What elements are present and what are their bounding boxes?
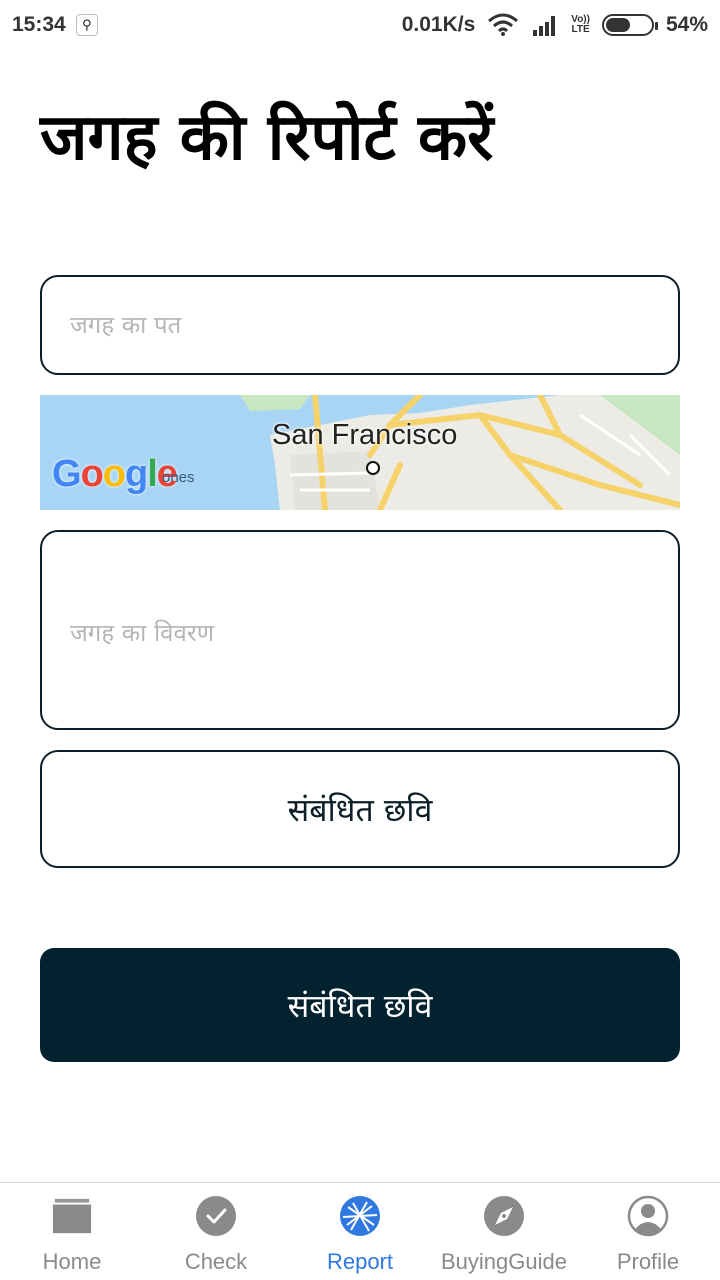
nav-label-profile: Profile (616, 1249, 680, 1274)
nav-label-home: Home (42, 1249, 102, 1274)
bottom-nav: Home Check Report BuyingGuide Profile (0, 1182, 720, 1280)
map-city-label: San Francisco (272, 419, 458, 451)
page-title: जगह की रिपोर्ट करें (40, 101, 494, 175)
address-field[interactable] (40, 275, 680, 375)
signal-icon (533, 16, 556, 36)
status-left: 15:34 ⚲ (12, 13, 98, 37)
status-time: 15:34 (12, 13, 66, 36)
map-view[interactable]: San Francisco Google ones (40, 395, 680, 510)
submit-button[interactable]: संबंधित छवि (40, 948, 680, 1062)
nav-item-check[interactable]: Check (144, 1183, 288, 1280)
report-icon (339, 1195, 381, 1237)
nav-item-report[interactable]: Report (288, 1183, 432, 1280)
nav-label-buyingguide: BuyingGuide (441, 1249, 567, 1274)
map-sublabel: ones (162, 469, 195, 486)
battery-cap (654, 22, 658, 30)
related-image-button[interactable]: संबंधित छवि (40, 750, 680, 868)
nav-item-profile[interactable]: Profile (576, 1183, 720, 1280)
network-speed: 0.01K/s (401, 13, 476, 36)
status-bar: 15:34 ⚲ 0.01K/s Vo)) LTE 54% (0, 0, 720, 50)
lte-label: LTE (571, 24, 590, 35)
wifi-icon (488, 13, 519, 36)
status-right: 0.01K/s Vo)) LTE 54% (402, 13, 708, 37)
google-logo: Google (52, 453, 178, 495)
map-marker-icon (366, 461, 380, 475)
nav-item-home[interactable]: Home (0, 1183, 144, 1280)
home-icon (51, 1195, 93, 1237)
notification-icon: ⚲ (75, 14, 98, 36)
nav-label-check: Check (184, 1249, 248, 1274)
battery-level (605, 18, 630, 32)
related-image-button-label: संबंधित छवि (287, 790, 433, 829)
description-field[interactable] (40, 530, 680, 730)
compass-icon (483, 1195, 525, 1237)
profile-icon (627, 1195, 669, 1237)
submit-button-label: संबंधित छवि (287, 986, 433, 1025)
check-icon (195, 1195, 237, 1237)
nav-item-buyingguide[interactable]: BuyingGuide (432, 1183, 576, 1280)
nav-label-report: Report (326, 1249, 394, 1274)
description-input[interactable] (70, 532, 650, 728)
battery-percent: 54% (665, 13, 708, 36)
lte-indicator: Vo)) LTE (571, 15, 590, 35)
battery-icon (601, 14, 658, 36)
address-input[interactable] (70, 311, 678, 339)
